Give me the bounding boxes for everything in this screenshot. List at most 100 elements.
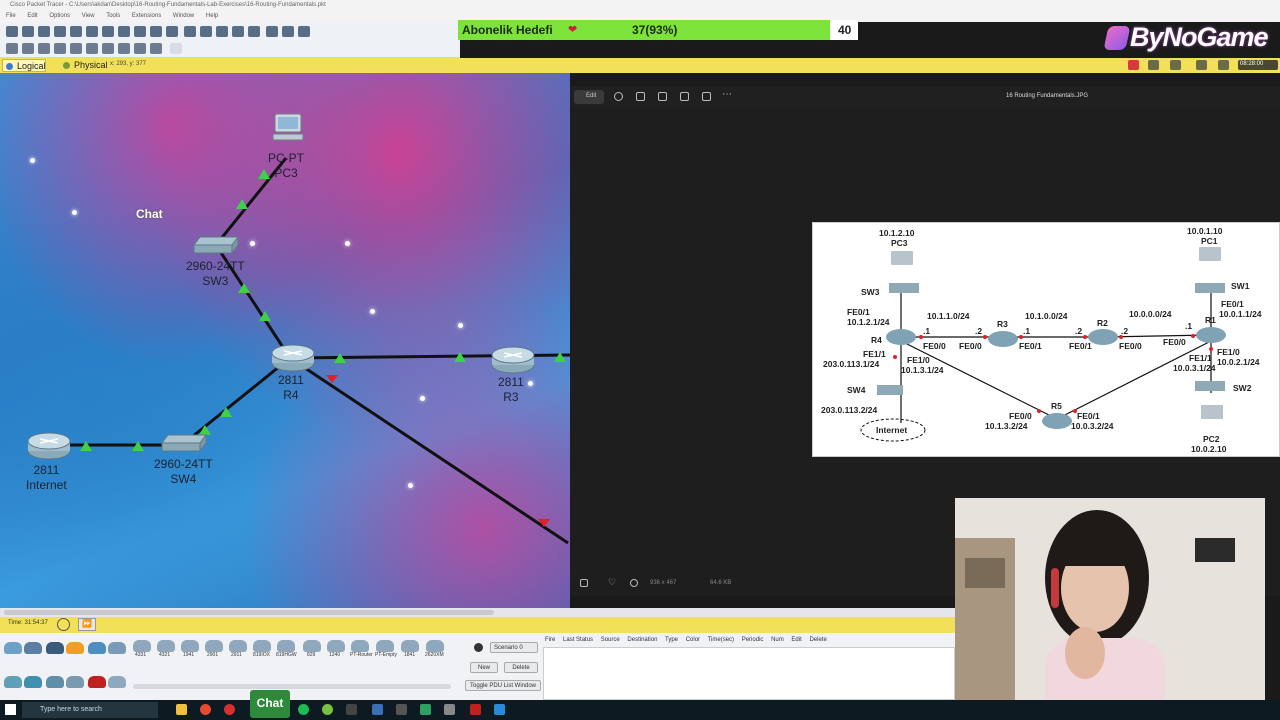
router-model-icon[interactable] xyxy=(327,640,345,652)
fast-forward-icon[interactable]: ⏩ xyxy=(78,618,96,631)
print-icon[interactable] xyxy=(658,92,667,101)
windows-start-icon[interactable] xyxy=(5,704,16,715)
delete-tool-icon[interactable] xyxy=(38,43,50,54)
network-devices-category-icon[interactable] xyxy=(4,642,22,654)
menu-options[interactable]: Options xyxy=(49,13,70,19)
misc-category-icon[interactable] xyxy=(88,642,106,654)
pc3-device-icon[interactable] xyxy=(271,113,305,143)
switches-subcategory-icon[interactable] xyxy=(24,676,42,688)
rectangle-tool-icon[interactable] xyxy=(232,26,244,37)
share-icon[interactable] xyxy=(680,92,689,101)
r4-device-icon[interactable] xyxy=(270,341,316,373)
multiuser-category-icon[interactable] xyxy=(108,642,126,654)
pdf-icon[interactable] xyxy=(470,704,481,715)
menu-file[interactable]: File xyxy=(6,13,16,19)
delete-icon[interactable] xyxy=(636,92,645,101)
print-icon[interactable] xyxy=(54,26,66,37)
app-icon[interactable] xyxy=(224,704,235,715)
ellipse-tool-icon[interactable] xyxy=(102,43,114,54)
router-model-icon[interactable] xyxy=(205,640,223,652)
router-model-icon[interactable] xyxy=(181,640,199,652)
wizard-icon[interactable] xyxy=(86,26,98,37)
scrollbar-thumb[interactable] xyxy=(4,610,494,615)
menu-window[interactable]: Window xyxy=(173,13,194,19)
more-options-icon[interactable]: ⋯ xyxy=(722,89,732,100)
info-icon[interactable] xyxy=(70,26,82,37)
select-tool-icon[interactable] xyxy=(6,43,18,54)
logical-workspace[interactable]: PC-PT PC3 2960-24TT SW3 2811 R4 2811 R3 … xyxy=(0,73,570,608)
internet-device-icon[interactable] xyxy=(26,429,72,461)
palette-icon[interactable] xyxy=(282,26,294,37)
menu-edit[interactable]: Edit xyxy=(27,13,37,19)
router-model-icon[interactable] xyxy=(133,640,151,652)
device-list-scrollbar[interactable] xyxy=(133,684,451,689)
r3-device-icon[interactable] xyxy=(490,343,536,375)
chrome-icon[interactable] xyxy=(200,704,211,715)
edit-button[interactable]: Edit xyxy=(574,90,604,104)
new-file-icon[interactable] xyxy=(6,26,18,37)
save-icon[interactable] xyxy=(38,26,50,37)
scenario-record-icon[interactable] xyxy=(474,643,483,652)
pdu-list-table[interactable] xyxy=(543,647,955,700)
components-category-icon[interactable] xyxy=(46,642,64,654)
wireless-subcategory-icon[interactable] xyxy=(66,676,84,688)
router-model-icon[interactable] xyxy=(229,640,247,652)
new-scenario-button[interactable]: New xyxy=(470,662,498,673)
menu-extensions[interactable]: Extensions xyxy=(132,13,161,19)
note-tool-icon[interactable] xyxy=(248,26,260,37)
chat-overlay-button[interactable]: Chat xyxy=(250,690,290,718)
place-note-icon[interactable] xyxy=(70,43,82,54)
open-file-icon[interactable] xyxy=(22,26,34,37)
workspace-horizontal-scrollbar[interactable] xyxy=(0,608,955,617)
router-model-icon[interactable] xyxy=(426,640,444,652)
favorite-icon[interactable]: ♡ xyxy=(608,577,616,588)
redo-icon[interactable] xyxy=(166,26,178,37)
menu-tools[interactable]: Tools xyxy=(106,13,120,19)
slideshow-icon[interactable] xyxy=(702,92,711,101)
resize-tool-icon[interactable] xyxy=(54,43,66,54)
router-model-icon[interactable] xyxy=(376,640,394,652)
toggle-pdu-list-button[interactable]: Toggle PDU List Window xyxy=(465,680,541,691)
app-icon[interactable] xyxy=(396,704,407,715)
app-icon[interactable] xyxy=(372,704,383,715)
rotate-icon[interactable] xyxy=(614,92,623,101)
hubs-subcategory-icon[interactable] xyxy=(46,676,64,688)
tab-physical[interactable]: Physical xyxy=(60,59,108,72)
file-info-icon[interactable] xyxy=(630,579,638,587)
network-info-icon[interactable] xyxy=(102,26,114,37)
sw4-device-icon[interactable] xyxy=(160,431,208,453)
tab-logical[interactable]: Logical xyxy=(2,59,46,72)
routers-subcategory-icon[interactable] xyxy=(4,676,22,688)
cluster-icon[interactable] xyxy=(1170,60,1181,70)
app-icon[interactable] xyxy=(346,704,357,715)
draw-tool-icon[interactable] xyxy=(298,26,310,37)
viewport-icon[interactable] xyxy=(1218,60,1229,70)
line-tool-icon[interactable] xyxy=(86,43,98,54)
router-model-icon[interactable] xyxy=(401,640,419,652)
router-model-icon[interactable] xyxy=(351,640,369,652)
custom-device-icon[interactable] xyxy=(266,26,278,37)
file-explorer-icon[interactable] xyxy=(176,704,187,715)
copy-icon[interactable] xyxy=(118,26,130,37)
security-subcategory-icon[interactable] xyxy=(88,676,106,688)
sw3-device-icon[interactable] xyxy=(192,233,240,255)
app-icon[interactable] xyxy=(420,704,431,715)
scenario-select[interactable]: Scenario 0 xyxy=(490,642,538,653)
zoom-out-icon[interactable] xyxy=(216,26,228,37)
packet-tracer-icon[interactable] xyxy=(494,704,505,715)
power-cycle-icon[interactable] xyxy=(57,618,70,631)
menu-view[interactable]: View xyxy=(82,13,95,19)
delete-scenario-button[interactable]: Delete xyxy=(504,662,538,673)
zoom-in-icon[interactable] xyxy=(184,26,196,37)
app-icon[interactable] xyxy=(322,704,333,715)
router-model-icon[interactable] xyxy=(303,640,321,652)
spotify-icon[interactable] xyxy=(298,704,309,715)
paste-icon[interactable] xyxy=(134,26,146,37)
back-icon[interactable] xyxy=(1148,60,1159,70)
router-model-icon[interactable] xyxy=(253,640,271,652)
move-icon[interactable] xyxy=(1196,60,1207,70)
menu-help[interactable]: Help xyxy=(206,13,218,19)
taskbar-search-box[interactable]: Type here to search xyxy=(22,702,158,718)
alert-icon[interactable] xyxy=(1128,60,1139,70)
app-icon[interactable] xyxy=(444,704,455,715)
